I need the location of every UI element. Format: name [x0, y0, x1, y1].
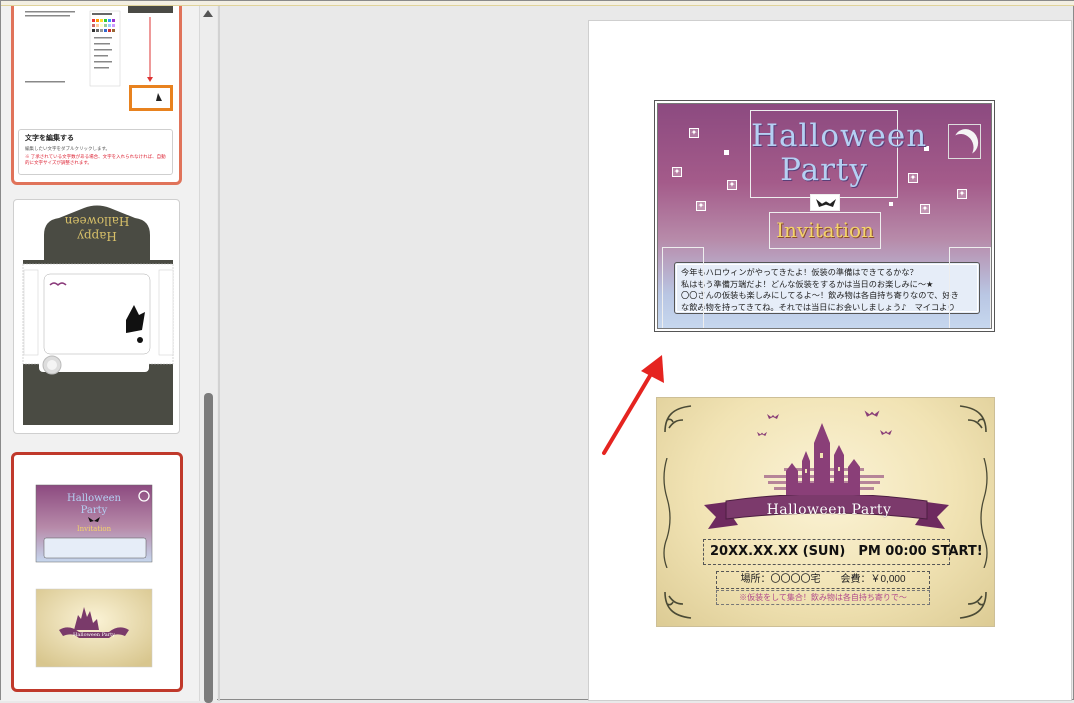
- banner-text: Halloween Party: [766, 502, 892, 518]
- frame-left-ornament[interactable]: [662, 247, 704, 328]
- star-icon: ✦: [957, 189, 967, 199]
- step-heading: 文字を編集する: [25, 135, 74, 142]
- title-textbox[interactable]: Halloween Party: [750, 110, 928, 198]
- corner-ornament-icon: [959, 591, 987, 619]
- invitation-textbox[interactable]: Invitation: [769, 212, 881, 249]
- bat-image[interactable]: [810, 194, 840, 211]
- card-title-line1: Halloween: [751, 118, 928, 154]
- place-textbox[interactable]: 場所：〇〇〇〇宅 会費：￥0,000: [716, 571, 930, 589]
- scroll-up-icon[interactable]: [203, 10, 213, 17]
- card-title-line2: Party: [780, 152, 868, 188]
- svg-text:Halloween Party: Halloween Party: [73, 632, 115, 638]
- bat-icon: [880, 430, 892, 435]
- moon-image[interactable]: [948, 124, 981, 159]
- bat-icon: [767, 414, 779, 419]
- corner-ornament-icon: [959, 405, 987, 433]
- moon-icon: [950, 126, 981, 159]
- star-icon: ✦: [908, 173, 918, 183]
- star-icon: ✦: [672, 167, 682, 177]
- frame-right-ornament[interactable]: [949, 247, 991, 328]
- current-page-preview: Halloween Party Invitation Halloween Par…: [35, 484, 153, 668]
- invitation-label: Invitation: [776, 218, 874, 242]
- bat-icon: [757, 431, 767, 436]
- step-heading-card: 文字を編集する 編集したい文字をダブルクリックします。 ※ 了承されている文字数…: [18, 129, 173, 175]
- party-flyer-card[interactable]: Halloween Party 20XX.XX.XX (SUN) PM 00:0…: [656, 397, 995, 627]
- step-instruction: 編集したい文字をダブルクリックします。: [25, 146, 111, 151]
- svg-text:Halloween: Halloween: [64, 214, 129, 228]
- star-icon: ✦: [920, 204, 930, 214]
- message-frame-image[interactable]: [676, 264, 978, 312]
- svg-text:Invitation: Invitation: [77, 525, 112, 533]
- sparkle-icon: [724, 150, 729, 155]
- castle-icon: [764, 423, 884, 503]
- thumbnail-step-page[interactable]: 文字を編集する 編集したい文字をダブルクリックします。 ※ 了承されている文字数…: [11, 6, 182, 185]
- svg-text:Party: Party: [81, 505, 108, 516]
- thumbnail-pane[interactable]: 文字を編集する 編集したい文字をダブルクリックします。 ※ 了承されている文字数…: [1, 6, 199, 701]
- thumbnail-scrollbar[interactable]: [199, 6, 217, 703]
- envelope-title: Happy: [77, 229, 117, 243]
- window-frame: 文字を編集する 編集したい文字をダブルクリックします。 ※ 了承されている文字数…: [0, 0, 1074, 703]
- svg-text:Halloween: Halloween: [67, 493, 121, 504]
- step-note: ※ 了承されている文字数がある場合、文字を入れられなければ、自動的に文字サイズが…: [25, 154, 166, 165]
- note-textbox[interactable]: ※仮装をして集合！飲み物は各自持ち寄りで～: [716, 590, 930, 605]
- star-icon: ✦: [727, 180, 737, 190]
- bat-icon: [816, 199, 836, 207]
- invitation-card-background: ✦ ✦ ✦ ✦ ✦ ✦ ✦ Halloween Party Invitation…: [657, 103, 992, 329]
- bat-icon: [864, 410, 880, 417]
- scrollbar-thumb[interactable]: [204, 393, 213, 703]
- pane-divider[interactable]: [218, 6, 220, 701]
- invitation-card[interactable]: ✦ ✦ ✦ ✦ ✦ ✦ ✦ Halloween Party Invitation…: [654, 100, 995, 332]
- thumbnail-current-page[interactable]: Halloween Party Invitation Halloween Par…: [11, 452, 183, 692]
- envelope-illustration: Happy Halloween: [22, 205, 174, 425]
- sparkle-icon: [889, 202, 893, 206]
- corner-ornament-icon: [664, 405, 692, 433]
- thumbnail-envelope-page[interactable]: Happy Halloween: [13, 199, 180, 434]
- instruction-illustration: [25, 6, 173, 111]
- date-textbox[interactable]: 20XX.XX.XX (SUN) PM 00:00 START!: [703, 539, 983, 565]
- side-vine-icon: [663, 458, 671, 568]
- star-icon: ✦: [689, 128, 699, 138]
- corner-ornament-icon: [664, 591, 692, 619]
- star-icon: ✦: [696, 201, 706, 211]
